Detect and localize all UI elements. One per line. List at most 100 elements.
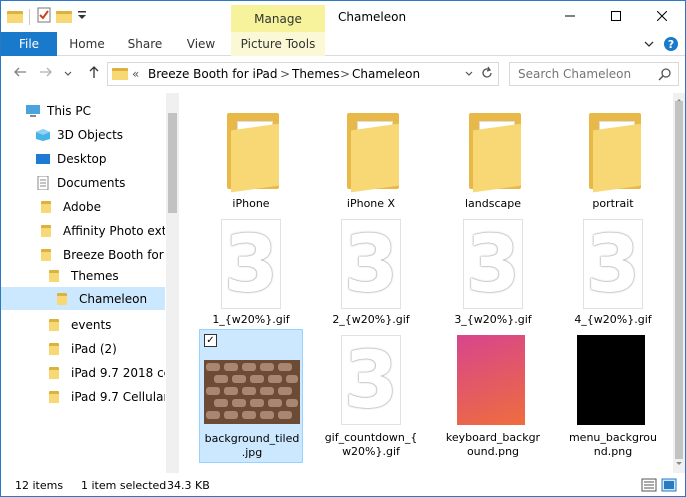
manage-contextual-tab[interactable]: Manage xyxy=(231,5,325,33)
tab-file[interactable]: File xyxy=(1,32,57,56)
nav-item-desktop[interactable]: Desktop xyxy=(1,147,165,170)
content-scrollbar-thumb[interactable] xyxy=(675,101,683,459)
nav-item-label: Chameleon xyxy=(79,291,148,306)
up-button[interactable] xyxy=(87,65,101,83)
large-icons-view-button[interactable] xyxy=(661,478,677,495)
nav-item-documents[interactable]: Documents xyxy=(1,171,165,194)
file-item-iphone-x[interactable]: iPhone X xyxy=(319,97,423,217)
item-count: 12 items xyxy=(15,479,64,492)
breadcrumb-chameleon[interactable]: Chameleon xyxy=(352,67,420,81)
nav-item-label: 3D Objects xyxy=(57,127,124,142)
tab-view[interactable]: View xyxy=(179,32,223,56)
folder-icon xyxy=(112,67,128,80)
refresh-icon xyxy=(482,66,492,78)
nav-item-breeze-booth[interactable]: Breeze Booth for iPa xyxy=(1,243,165,266)
file-item-landscape[interactable]: landscape xyxy=(441,97,545,217)
file-name-line-1: gif_countdown_{ xyxy=(324,431,418,444)
nav-item-chameleon[interactable]: Chameleon xyxy=(1,287,165,310)
file-item-background-tiled[interactable]: ✓ background_tiled .jpg xyxy=(199,329,303,463)
forward-button[interactable] xyxy=(39,65,53,83)
tab-home[interactable]: Home xyxy=(63,32,111,56)
close-button[interactable] xyxy=(639,3,685,29)
file-list: iPhone iPhone X landscape portrait 3 1_{… xyxy=(181,93,673,473)
details-view-button[interactable] xyxy=(641,478,657,495)
chevron-down-icon xyxy=(64,71,72,76)
folder-icon xyxy=(41,200,57,214)
nav-item-this-pc[interactable]: This PC xyxy=(1,99,165,122)
file-name: 1_{w20%}.gif xyxy=(212,313,290,326)
file-name: portrait xyxy=(592,197,634,210)
minimize-button[interactable] xyxy=(547,3,593,29)
folder-icon[interactable] xyxy=(7,10,23,23)
selection-checkbox[interactable]: ✓ xyxy=(204,334,217,347)
file-name-line-1: menu_backgrou xyxy=(568,431,658,444)
pc-icon xyxy=(25,104,41,118)
file-item-2-gif[interactable]: 3 2_{w20%}.gif xyxy=(319,213,423,333)
nav-item-adobe[interactable]: Adobe xyxy=(1,195,165,218)
nav-item-events[interactable]: events xyxy=(1,313,165,336)
ribbon-tabs: File Home Share View Picture Tools ? xyxy=(1,32,685,56)
selection-size: 34.3 KB xyxy=(167,479,210,492)
customize-toolbar-icon[interactable] xyxy=(76,7,88,26)
file-name-line-1: background_tiled xyxy=(204,432,300,445)
navigation-pane: This PC 3D Objects Desktop Documents Ado… xyxy=(1,93,179,473)
folder-icon xyxy=(49,342,65,356)
file-item-portrait[interactable]: portrait xyxy=(561,97,665,217)
nav-item-3d-objects[interactable]: 3D Objects xyxy=(1,123,165,146)
refresh-button[interactable] xyxy=(480,66,494,83)
file-item-4-gif[interactable]: 3 4_{w20%}.gif xyxy=(561,213,665,333)
close-icon xyxy=(657,11,667,21)
folder-icon xyxy=(49,318,65,332)
expand-ribbon-icon[interactable] xyxy=(643,38,655,53)
breadcrumb-overflow[interactable]: « xyxy=(132,67,139,81)
address-dropdown-button[interactable] xyxy=(464,68,474,82)
folder-icon xyxy=(49,269,65,283)
nav-item-label: iPad (2) xyxy=(71,341,117,356)
file-name: 2_{w20%}.gif xyxy=(332,313,410,326)
file-item-3-gif[interactable]: 3 3_{w20%}.gif xyxy=(441,213,545,333)
back-arrow-icon xyxy=(14,67,26,77)
gradient-thumbnail xyxy=(457,335,525,425)
tab-share[interactable]: Share xyxy=(121,32,169,56)
tab-picture-tools[interactable]: Picture Tools xyxy=(231,32,325,56)
help-icon[interactable]: ? xyxy=(663,36,679,55)
address-bar[interactable]: « Breeze Booth for iPad > Themes > Chame… xyxy=(107,62,499,86)
black-thumbnail xyxy=(577,335,645,425)
back-button[interactable] xyxy=(13,65,27,83)
file-name: landscape xyxy=(464,197,522,210)
file-name-line-2: w20%}.gif xyxy=(342,445,400,458)
search-box[interactable] xyxy=(509,62,679,86)
breadcrumb-themes[interactable]: Themes xyxy=(292,67,340,81)
new-folder-icon[interactable] xyxy=(56,10,72,23)
file-item-menu-background[interactable]: menu_backgrou nd.png xyxy=(561,329,665,463)
nav-item-ipad-2[interactable]: iPad (2) xyxy=(1,337,165,360)
file-name-line-1: keyboard_backgr xyxy=(445,431,541,444)
nav-item-themes[interactable]: Themes xyxy=(1,264,165,287)
nav-scrollbar-thumb[interactable] xyxy=(168,113,177,213)
file-item-iphone[interactable]: iPhone xyxy=(199,97,303,217)
breadcrumb-breeze-booth[interactable]: Breeze Booth for iPad xyxy=(148,67,278,81)
3d-objects-icon xyxy=(35,128,51,142)
search-icon[interactable] xyxy=(658,67,672,84)
folder-icon xyxy=(341,103,401,193)
recent-locations-button[interactable] xyxy=(63,67,73,83)
file-item-keyboard-background[interactable]: keyboard_backgr ound.png xyxy=(441,329,545,463)
breadcrumb-separator-icon[interactable]: > xyxy=(340,67,350,81)
nav-item-ipad-9-7-cellular[interactable]: iPad 9.7 Cellular 2 xyxy=(1,385,165,408)
documents-icon xyxy=(35,175,51,190)
nav-item-affinity-photo[interactable]: Affinity Photo extra xyxy=(1,219,165,242)
forward-arrow-icon xyxy=(40,67,52,77)
toolbar-separator xyxy=(29,8,30,25)
breadcrumb-separator-icon[interactable]: > xyxy=(280,67,290,81)
nav-item-ipad-9-7-2018[interactable]: iPad 9.7 2018 cellu xyxy=(1,361,165,384)
file-item-gif-countdown[interactable]: 3 gif_countdown_{ w20%}.gif xyxy=(319,329,423,463)
quick-access-toolbar xyxy=(7,7,88,26)
file-name-line-2: nd.png xyxy=(593,445,633,458)
desktop-icon xyxy=(35,152,51,166)
maximize-button[interactable] xyxy=(593,3,639,29)
properties-icon[interactable] xyxy=(36,7,52,26)
search-input[interactable] xyxy=(518,67,658,81)
nav-item-label: events xyxy=(71,317,112,332)
scroll-down-arrow-icon[interactable] xyxy=(673,459,685,469)
file-item-1-gif[interactable]: 3 1_{w20%}.gif xyxy=(199,213,303,333)
